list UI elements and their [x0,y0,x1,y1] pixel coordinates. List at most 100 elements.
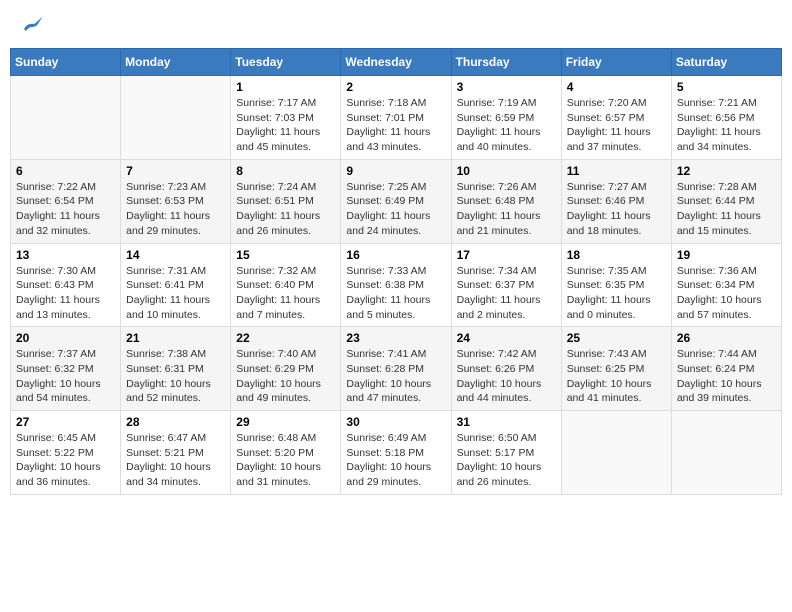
weekday-header: Wednesday [341,49,451,76]
day-number: 27 [16,415,115,429]
day-number: 10 [457,164,556,178]
day-number: 18 [567,248,666,262]
cell-content: Sunrise: 7:22 AM Sunset: 6:54 PM Dayligh… [16,180,115,239]
day-number: 11 [567,164,666,178]
logo-bird-icon [22,15,42,33]
calendar-cell: 8Sunrise: 7:24 AM Sunset: 6:51 PM Daylig… [231,159,341,243]
calendar-cell [671,411,781,495]
weekday-header: Tuesday [231,49,341,76]
cell-content: Sunrise: 7:27 AM Sunset: 6:46 PM Dayligh… [567,180,666,239]
day-number: 23 [346,331,445,345]
cell-content: Sunrise: 7:38 AM Sunset: 6:31 PM Dayligh… [126,347,225,406]
cell-content: Sunrise: 7:32 AM Sunset: 6:40 PM Dayligh… [236,264,335,323]
cell-content: Sunrise: 7:25 AM Sunset: 6:49 PM Dayligh… [346,180,445,239]
cell-content: Sunrise: 7:30 AM Sunset: 6:43 PM Dayligh… [16,264,115,323]
cell-content: Sunrise: 7:24 AM Sunset: 6:51 PM Dayligh… [236,180,335,239]
weekday-header: Thursday [451,49,561,76]
cell-content: Sunrise: 7:28 AM Sunset: 6:44 PM Dayligh… [677,180,776,239]
cell-content: Sunrise: 7:43 AM Sunset: 6:25 PM Dayligh… [567,347,666,406]
calendar-cell: 4 Sunrise: 7:20 AM Sunset: 6:57 PM Daylig… [561,76,671,160]
page-header [10,10,782,38]
day-number: 12 [677,164,776,178]
calendar-cell [11,76,121,160]
calendar-week-row: 6 Sunrise: 7:22 AM Sunset: 6:54 PM Daylig… [11,159,782,243]
day-number: 30 [346,415,445,429]
day-number: 6 [16,164,115,178]
cell-content: Sunrise: 7:40 AM Sunset: 6:29 PM Dayligh… [236,347,335,406]
logo [20,15,42,33]
calendar-cell: 17 Sunrise: 7:34 AM Sunset: 6:37 PM Dayli… [451,243,561,327]
cell-content: Sunrise: 7:26 AM Sunset: 6:48 PM Dayligh… [457,180,556,239]
cell-content: Sunrise: 7:17 AM Sunset: 7:03 PM Dayligh… [236,96,335,155]
calendar-cell: 28Sunrise: 6:47 AM Sunset: 5:21 PM Dayli… [121,411,231,495]
calendar-cell: 5 Sunrise: 7:21 AM Sunset: 6:56 PM Daylig… [671,76,781,160]
calendar-cell: 26Sunrise: 7:44 AM Sunset: 6:24 PM Dayli… [671,327,781,411]
weekday-header: Friday [561,49,671,76]
cell-content: Sunrise: 7:31 AM Sunset: 6:41 PM Dayligh… [126,264,225,323]
calendar-cell: 25 Sunrise: 7:43 AM Sunset: 6:25 PM Dayli… [561,327,671,411]
day-number: 4 [567,80,666,94]
calendar-cell: 7Sunrise: 7:23 AM Sunset: 6:53 PM Daylig… [121,159,231,243]
calendar-cell [561,411,671,495]
day-number: 22 [236,331,335,345]
cell-content: Sunrise: 7:19 AM Sunset: 6:59 PM Dayligh… [457,96,556,155]
calendar-cell: 11 Sunrise: 7:27 AM Sunset: 6:46 PM Dayli… [561,159,671,243]
day-number: 13 [16,248,115,262]
calendar-cell: 3 Sunrise: 7:19 AM Sunset: 6:59 PM Daylig… [451,76,561,160]
day-number: 24 [457,331,556,345]
day-number: 1 [236,80,335,94]
calendar-cell: 10 Sunrise: 7:26 AM Sunset: 6:48 PM Dayli… [451,159,561,243]
calendar-cell: 30Sunrise: 6:49 AM Sunset: 5:18 PM Dayli… [341,411,451,495]
calendar-cell: 27 Sunrise: 6:45 AM Sunset: 5:22 PM Dayli… [11,411,121,495]
calendar-cell: 29 Sunrise: 6:48 AM Sunset: 5:20 PM Dayli… [231,411,341,495]
calendar-cell: 14Sunrise: 7:31 AM Sunset: 6:41 PM Dayli… [121,243,231,327]
cell-content: Sunrise: 6:47 AM Sunset: 5:21 PM Dayligh… [126,431,225,490]
calendar-week-row: 20 Sunrise: 7:37 AM Sunset: 6:32 PM Dayli… [11,327,782,411]
calendar-cell: 13 Sunrise: 7:30 AM Sunset: 6:43 PM Dayli… [11,243,121,327]
cell-content: Sunrise: 6:48 AM Sunset: 5:20 PM Dayligh… [236,431,335,490]
calendar-cell: 12 Sunrise: 7:28 AM Sunset: 6:44 PM Dayli… [671,159,781,243]
calendar-week-row: 27 Sunrise: 6:45 AM Sunset: 5:22 PM Dayli… [11,411,782,495]
weekday-header: Sunday [11,49,121,76]
day-number: 31 [457,415,556,429]
calendar-cell: 2 Sunrise: 7:18 AM Sunset: 7:01 PM Daylig… [341,76,451,160]
day-number: 7 [126,164,225,178]
cell-content: Sunrise: 7:20 AM Sunset: 6:57 PM Dayligh… [567,96,666,155]
day-number: 16 [346,248,445,262]
cell-content: Sunrise: 7:35 AM Sunset: 6:35 PM Dayligh… [567,264,666,323]
cell-content: Sunrise: 7:44 AM Sunset: 6:24 PM Dayligh… [677,347,776,406]
day-number: 21 [126,331,225,345]
calendar-cell: 9 Sunrise: 7:25 AM Sunset: 6:49 PM Daylig… [341,159,451,243]
calendar-cell: 6 Sunrise: 7:22 AM Sunset: 6:54 PM Daylig… [11,159,121,243]
cell-content: Sunrise: 7:33 AM Sunset: 6:38 PM Dayligh… [346,264,445,323]
day-number: 17 [457,248,556,262]
weekday-header: Saturday [671,49,781,76]
cell-content: Sunrise: 7:42 AM Sunset: 6:26 PM Dayligh… [457,347,556,406]
cell-content: Sunrise: 7:18 AM Sunset: 7:01 PM Dayligh… [346,96,445,155]
day-number: 5 [677,80,776,94]
day-number: 3 [457,80,556,94]
cell-content: Sunrise: 7:36 AM Sunset: 6:34 PM Dayligh… [677,264,776,323]
calendar-header-row: SundayMondayTuesdayWednesdayThursdayFrid… [11,49,782,76]
calendar-cell: 21 Sunrise: 7:38 AM Sunset: 6:31 PM Dayli… [121,327,231,411]
calendar-table: SundayMondayTuesdayWednesdayThursdayFrid… [10,48,782,495]
day-number: 25 [567,331,666,345]
day-number: 19 [677,248,776,262]
cell-content: Sunrise: 7:37 AM Sunset: 6:32 PM Dayligh… [16,347,115,406]
day-number: 29 [236,415,335,429]
calendar-cell: 24 Sunrise: 7:42 AM Sunset: 6:26 PM Dayli… [451,327,561,411]
cell-content: Sunrise: 6:45 AM Sunset: 5:22 PM Dayligh… [16,431,115,490]
calendar-cell: 22 Sunrise: 7:40 AM Sunset: 6:29 PM Dayli… [231,327,341,411]
cell-content: Sunrise: 7:21 AM Sunset: 6:56 PM Dayligh… [677,96,776,155]
calendar-cell: 1 Sunrise: 7:17 AM Sunset: 7:03 PM Daylig… [231,76,341,160]
day-number: 15 [236,248,335,262]
day-number: 9 [346,164,445,178]
calendar-cell: 16 Sunrise: 7:33 AM Sunset: 6:38 PM Dayli… [341,243,451,327]
cell-content: Sunrise: 6:50 AM Sunset: 5:17 PM Dayligh… [457,431,556,490]
cell-content: Sunrise: 7:34 AM Sunset: 6:37 PM Dayligh… [457,264,556,323]
calendar-cell: 15 Sunrise: 7:32 AM Sunset: 6:40 PM Dayli… [231,243,341,327]
calendar-cell: 20 Sunrise: 7:37 AM Sunset: 6:32 PM Dayli… [11,327,121,411]
day-number: 2 [346,80,445,94]
day-number: 20 [16,331,115,345]
calendar-cell: 19 Sunrise: 7:36 AM Sunset: 6:34 PM Dayli… [671,243,781,327]
